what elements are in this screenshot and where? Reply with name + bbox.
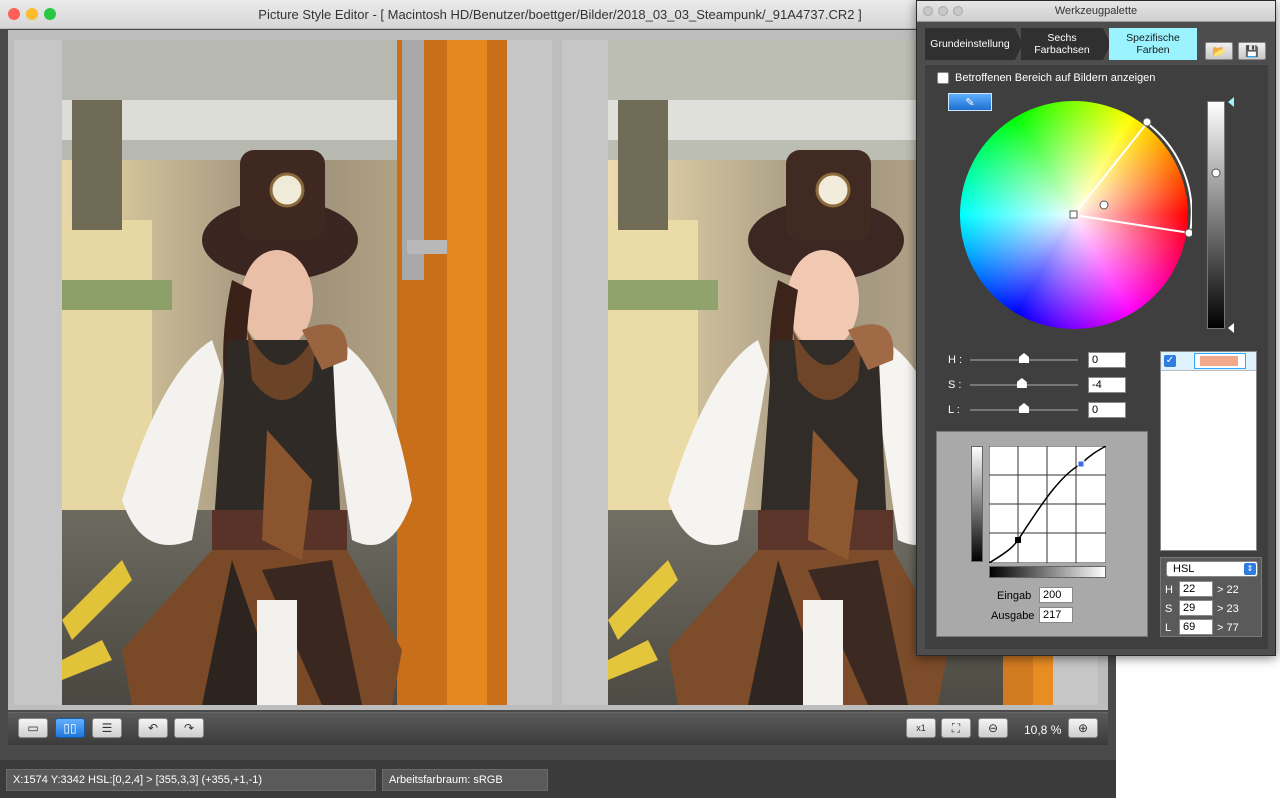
s-value-field[interactable]: -4: [1088, 377, 1126, 393]
top-bottom-view-icon: ☰: [101, 721, 113, 735]
rotate-right-button[interactable]: ↷: [174, 718, 204, 738]
hsl-l-result: > 77: [1217, 622, 1239, 634]
hsl-l-label: L: [1165, 622, 1172, 634]
palette-title-bar[interactable]: Werkzeugpalette: [917, 1, 1275, 22]
original-photo[interactable]: [62, 40, 507, 705]
tab-sechs-farbachsen[interactable]: Sechs Farbachsen: [1021, 28, 1103, 60]
h-slider-label: H :: [948, 354, 963, 366]
status-bar: X:1574 Y:3342 HSL:[0,2,4] > [355,3,3] (+…: [0, 760, 1116, 798]
tone-curve-graph[interactable]: [989, 446, 1106, 563]
side-by-side-view-icon: ▯▯: [63, 721, 77, 735]
zoom-in-icon: ⊕: [1077, 721, 1089, 735]
s-slider-label: S :: [948, 379, 962, 391]
select-arrows-icon: ⇕: [1244, 563, 1256, 575]
fit-to-window-button[interactable]: ⛶: [941, 718, 971, 738]
color-swatch-frame[interactable]: [1194, 353, 1246, 369]
output-gradient-bar: [971, 446, 983, 562]
output-value-field[interactable]: 217: [1039, 607, 1073, 623]
hsl-s-field[interactable]: 29: [1179, 600, 1213, 616]
pixel-info-readout: X:1574 Y:3342 HSL:[0,2,4] > [355,3,3] (+…: [6, 769, 376, 791]
tab-label-line1: Sechs: [1047, 32, 1077, 44]
zoom-value: 10,8 %: [1024, 723, 1062, 737]
side-by-side-view-button[interactable]: ▯▯: [55, 718, 85, 738]
tone-curve-panel: Eingab 200 Ausgabe 217: [936, 431, 1148, 637]
rotate-left-icon: ↶: [147, 721, 159, 735]
hsl-readout-panel: HSL ⇕ H 22 > 22 S 29 > 23 L 69 > 77: [1160, 557, 1262, 637]
h-slider[interactable]: [970, 353, 1078, 363]
zoom-window-button[interactable]: [44, 8, 56, 20]
show-area-checkbox[interactable]: [937, 72, 949, 84]
folder-icon: 📂: [1212, 45, 1226, 58]
selected-colors-list: ✓: [1160, 351, 1257, 551]
l-slider-label: L :: [948, 404, 960, 416]
zoom-out-icon: ⊖: [987, 721, 999, 735]
input-label: Eingab: [997, 590, 1032, 602]
zoom-out-button[interactable]: ⊖: [978, 718, 1008, 738]
tab-label-line2: Farben: [1136, 44, 1170, 56]
hue-range-selector[interactable]: [960, 101, 1192, 333]
hsl-s-result: > 23: [1217, 603, 1239, 615]
top-bottom-view-button[interactable]: ☰: [92, 718, 122, 738]
l-slider[interactable]: [970, 403, 1078, 413]
color-mode-select[interactable]: HSL ⇕: [1166, 561, 1258, 577]
luminance-center-handle[interactable]: [1210, 167, 1222, 179]
actual-size-icon: x1: [916, 723, 926, 733]
single-view-icon: ▭: [27, 721, 39, 735]
window-title: Picture Style Editor - [ Macintosh HD/Be…: [258, 7, 862, 22]
h-value-field[interactable]: 0: [1088, 352, 1126, 368]
save-icon: 💾: [1245, 45, 1259, 58]
hsl-s-label: S: [1165, 603, 1173, 615]
color-enabled-checkbox[interactable]: ✓: [1164, 355, 1176, 367]
single-view-button[interactable]: ▭: [18, 718, 48, 738]
minimize-window-button[interactable]: [26, 8, 38, 20]
close-window-button[interactable]: [8, 8, 20, 20]
luminance-range-handles[interactable]: [1226, 96, 1236, 336]
colorspace-readout: Arbeitsfarbraum: sRGB: [382, 769, 548, 791]
color-swatch: [1200, 356, 1238, 366]
hsl-h-result: > 22: [1217, 584, 1239, 596]
list-item[interactable]: ✓: [1161, 352, 1256, 371]
rotate-left-button[interactable]: ↶: [138, 718, 168, 738]
show-area-label: Betroffenen Bereich auf Bildern anzeigen: [955, 72, 1156, 84]
input-value-field[interactable]: 200: [1039, 587, 1073, 603]
tab-label-line1: Spezifische: [1126, 32, 1180, 44]
tab-label: Grundeinstellung: [930, 38, 1010, 50]
s-slider[interactable]: [970, 378, 1078, 388]
fit-to-window-icon: ⛶: [951, 720, 961, 735]
input-gradient-bar: [989, 566, 1106, 578]
l-value-field[interactable]: 0: [1088, 402, 1126, 418]
zoom-in-button[interactable]: ⊕: [1068, 718, 1098, 738]
output-label: Ausgabe: [991, 610, 1035, 622]
open-style-button[interactable]: 📂: [1205, 42, 1233, 60]
tab-grundeinstellung[interactable]: Grundeinstellung: [925, 28, 1015, 60]
actual-size-button[interactable]: x1: [906, 718, 936, 738]
view-toolbar: ▭ ▯▯ ☰ ↶ ↷ x1 ⛶ ⊖ 10,8 % ⊕: [8, 712, 1108, 745]
rotate-right-icon: ↷: [183, 721, 195, 735]
color-mode-value: HSL: [1173, 563, 1195, 575]
luminance-bar[interactable]: [1207, 101, 1225, 329]
palette-title: Werkzeugpalette: [1054, 5, 1138, 17]
tab-label-line2: Farbachsen: [1034, 44, 1090, 56]
original-preview-panel: [14, 40, 552, 705]
hsl-l-field[interactable]: 69: [1179, 619, 1213, 635]
tab-spezifische-farben[interactable]: Spezifische Farben: [1109, 28, 1197, 60]
hsl-h-field[interactable]: 22: [1179, 581, 1213, 597]
save-style-button[interactable]: 💾: [1238, 42, 1266, 60]
hsl-h-label: H: [1165, 584, 1173, 596]
